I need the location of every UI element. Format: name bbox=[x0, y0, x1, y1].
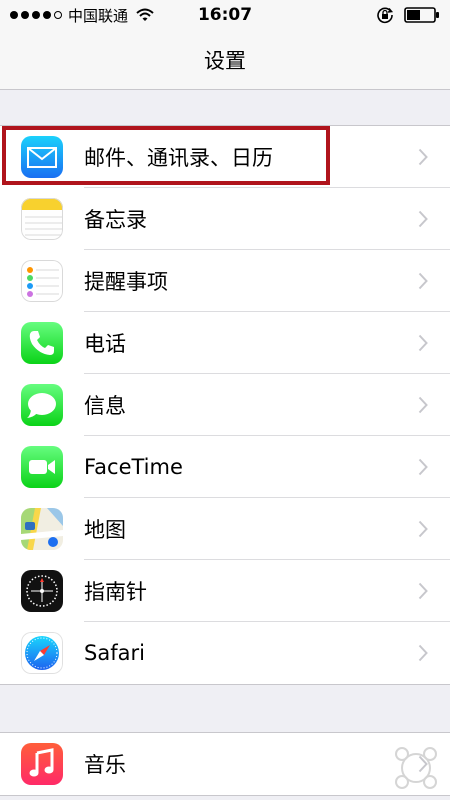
row-label: 音乐 bbox=[84, 753, 126, 777]
chevron-right-icon bbox=[418, 334, 428, 352]
mail-icon bbox=[21, 136, 63, 178]
settings-row-facetime[interactable]: FaceTime bbox=[0, 436, 450, 498]
row-label: 指南针 bbox=[84, 580, 147, 604]
settings-row-compass[interactable]: 指南针 bbox=[0, 560, 450, 622]
phone-icon bbox=[21, 322, 63, 364]
settings-row-mail-contacts-calendars[interactable]: 邮件、通讯录、日历 bbox=[0, 126, 450, 188]
status-bar: 中国联通 16:07 bbox=[0, 0, 450, 30]
watermark-logo-icon bbox=[395, 747, 437, 789]
row-label: 邮件、通讯录、日历 bbox=[84, 146, 273, 170]
row-label: 电话 bbox=[84, 332, 126, 356]
settings-row-reminders[interactable]: 提醒事项 bbox=[0, 250, 450, 312]
settings-group-apps: 邮件、通讯录、日历 备忘录 提醒事项 电话 信息 FaceTime 地图 指南针… bbox=[0, 125, 450, 685]
reminders-icon bbox=[21, 260, 63, 302]
settings-row-maps[interactable]: 地图 bbox=[0, 498, 450, 560]
wifi-icon bbox=[136, 8, 154, 21]
row-label: 提醒事项 bbox=[84, 270, 168, 294]
carrier-name: 中国联通 bbox=[68, 6, 129, 25]
music-icon bbox=[21, 743, 63, 785]
chevron-right-icon bbox=[418, 582, 428, 600]
safari-icon bbox=[21, 632, 63, 674]
settings-row-music[interactable]: 音乐 bbox=[0, 733, 450, 795]
row-label: 地图 bbox=[84, 518, 126, 542]
chevron-right-icon bbox=[418, 210, 428, 228]
settings-group-media: 音乐 bbox=[0, 732, 450, 796]
chevron-right-icon bbox=[418, 520, 428, 538]
row-label: FaceTime bbox=[84, 455, 183, 479]
chevron-right-icon bbox=[418, 644, 428, 662]
messages-icon bbox=[21, 384, 63, 426]
rotation-lock-icon bbox=[377, 7, 394, 24]
compass-icon bbox=[21, 570, 63, 612]
chevron-right-icon bbox=[418, 148, 428, 166]
chevron-right-icon bbox=[418, 272, 428, 290]
settings-row-phone[interactable]: 电话 bbox=[0, 312, 450, 374]
page-title: 设置 bbox=[204, 48, 246, 73]
notes-icon bbox=[21, 198, 63, 240]
facetime-icon bbox=[21, 446, 63, 488]
settings-row-safari[interactable]: Safari bbox=[0, 622, 450, 684]
chevron-right-icon bbox=[418, 458, 428, 476]
maps-icon bbox=[21, 508, 63, 550]
battery-icon bbox=[404, 7, 439, 23]
row-label: 备忘录 bbox=[84, 208, 147, 232]
settings-row-messages[interactable]: 信息 bbox=[0, 374, 450, 436]
signal-strength-icon bbox=[10, 11, 62, 19]
chevron-right-icon bbox=[418, 396, 428, 414]
row-label: 信息 bbox=[84, 394, 126, 418]
row-label: Safari bbox=[84, 641, 145, 665]
settings-row-notes[interactable]: 备忘录 bbox=[0, 188, 450, 250]
navigation-bar: 设置 bbox=[0, 30, 450, 90]
